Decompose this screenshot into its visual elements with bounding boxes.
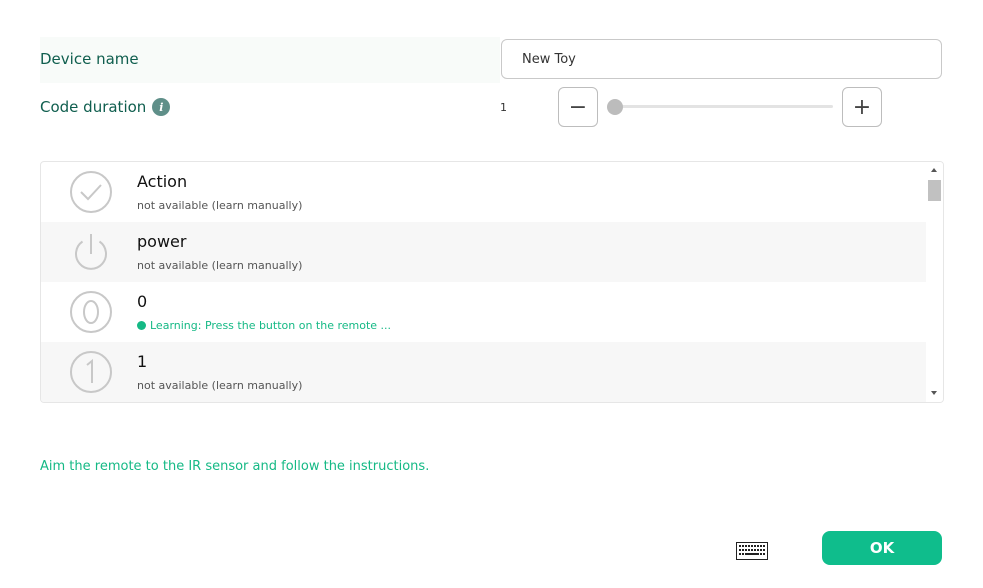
keyboard-icon[interactable] [736, 542, 768, 560]
power-icon [75, 234, 107, 270]
device-name-input[interactable] [501, 39, 942, 79]
item-title: 0 [137, 292, 148, 311]
decrease-duration-button[interactable]: − [558, 87, 598, 127]
duration-slider-track[interactable] [613, 105, 833, 108]
list-item-0[interactable]: 0 Learning: Press the button on the remo… [41, 282, 926, 342]
increase-duration-button[interactable]: + [842, 87, 882, 127]
item-status: not available (learn manually) [137, 259, 303, 272]
list-item-1[interactable]: 1 not available (learn manually) [41, 342, 926, 402]
item-title: Action [137, 172, 188, 191]
button-list: Action not available (learn manually) po… [40, 161, 944, 403]
info-icon[interactable]: i [152, 98, 171, 116]
item-status: not available (learn manually) [137, 199, 303, 212]
device-name-label: Device name [40, 50, 139, 68]
item-status: Learning: Press the button on the remote… [137, 319, 391, 332]
ok-button[interactable]: OK [822, 531, 942, 565]
duration-slider-thumb[interactable] [607, 99, 623, 115]
scrollbar-thumb[interactable] [928, 180, 941, 201]
code-duration-value: 1 [500, 101, 507, 114]
digit-one-circle-icon [70, 351, 112, 393]
digit-zero-circle-icon [70, 291, 112, 333]
list-item-action[interactable]: Action not available (learn manually) [41, 162, 926, 222]
instructions-text: Aim the remote to the IR sensor and foll… [40, 459, 430, 474]
item-status: not available (learn manually) [137, 379, 303, 392]
item-title: 1 [137, 352, 148, 371]
scroll-down-arrow-icon[interactable] [931, 391, 937, 395]
checkmark-circle-icon [70, 171, 112, 213]
list-item-power[interactable]: power not available (learn manually) [41, 222, 926, 282]
item-title: power [137, 232, 187, 251]
learning-status-text: Learning: Press the button on the remote… [150, 319, 392, 332]
list-scrollbar[interactable] [926, 162, 943, 402]
code-duration-text: Code duration [40, 98, 147, 116]
learning-dot-icon [137, 321, 146, 330]
scroll-up-arrow-icon[interactable] [931, 168, 937, 172]
code-duration-label: Code duration i [40, 98, 171, 116]
